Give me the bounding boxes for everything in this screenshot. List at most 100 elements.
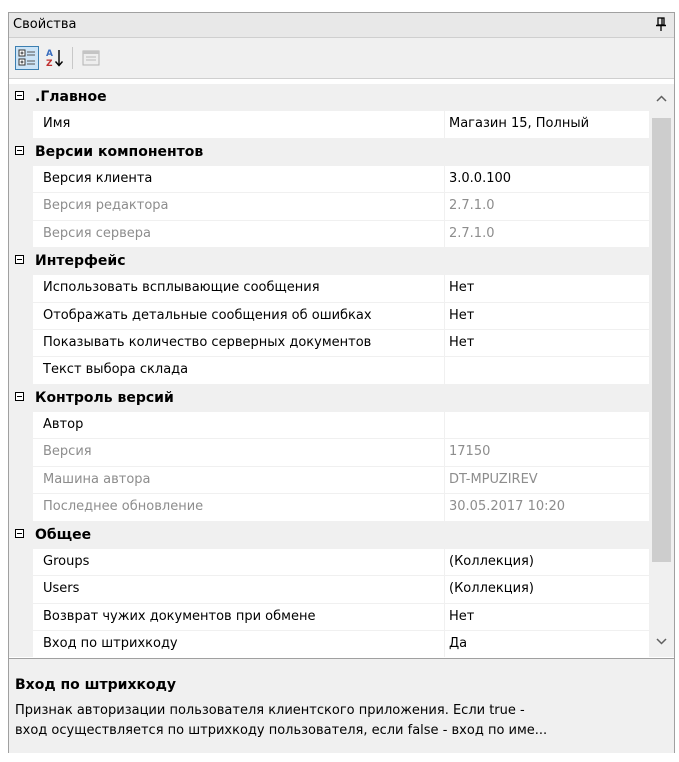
property-value[interactable]: Нет bbox=[445, 303, 649, 331]
property-row[interactable]: Использовать всплывающие сообщения Нет bbox=[9, 275, 649, 303]
property-row[interactable]: Показывать количество серверных документ… bbox=[9, 330, 649, 358]
property-value: 2.7.1.0 bbox=[445, 221, 649, 249]
property-row[interactable]: Версия редактора 2.7.1.0 bbox=[9, 193, 649, 221]
property-name: Использовать всплывающие сообщения bbox=[33, 275, 445, 303]
row-margin bbox=[9, 466, 33, 495]
property-name: Groups bbox=[33, 548, 445, 577]
row-margin bbox=[9, 220, 33, 249]
category-label: Контроль версий bbox=[35, 389, 174, 406]
property-row[interactable]: Отображать детальные сообщения об ошибка… bbox=[9, 302, 649, 331]
row-margin bbox=[9, 412, 33, 440]
property-name: Версия клиента bbox=[33, 166, 445, 194]
alphabetical-sort-button[interactable]: A Z bbox=[43, 46, 67, 70]
property-value[interactable]: Магазин 15, Полный bbox=[445, 111, 649, 139]
description-line: Признак авторизации пользователя клиентс… bbox=[15, 703, 525, 718]
property-grid: .Главное Имя Магазин 15, Полный Версии комп… bbox=[9, 84, 649, 657]
row-margin bbox=[9, 439, 33, 467]
property-value[interactable]: Да bbox=[445, 631, 649, 657]
collapse-toggle-icon[interactable] bbox=[15, 145, 24, 155]
collapse-toggle-icon[interactable] bbox=[15, 391, 24, 401]
description-title: Вход по штрихкоду bbox=[15, 677, 177, 693]
property-name: Последнее обновление bbox=[33, 494, 445, 522]
category-label: Интерфейс bbox=[35, 253, 126, 270]
row-margin bbox=[9, 193, 33, 221]
property-row[interactable]: Версия 17150 bbox=[9, 439, 649, 467]
property-value[interactable] bbox=[445, 412, 649, 440]
property-value[interactable]: (Коллекция) bbox=[445, 549, 649, 577]
collapse-toggle-icon[interactable] bbox=[15, 528, 24, 538]
category-row[interactable]: Интерфейс bbox=[9, 248, 649, 276]
pin-icon[interactable] bbox=[654, 16, 668, 32]
description-pane: Вход по штрихкоду Признак авторизации по… bbox=[9, 658, 674, 753]
property-name: Версия редактора bbox=[33, 193, 445, 221]
sort-az-icon: A Z bbox=[46, 49, 64, 69]
row-margin bbox=[9, 603, 33, 631]
property-row[interactable]: Groups (Коллекция) bbox=[9, 548, 649, 577]
row-margin bbox=[9, 166, 33, 194]
vertical-scrollbar[interactable] bbox=[649, 84, 674, 657]
categorized-view-icon bbox=[18, 49, 35, 66]
property-name: Автор bbox=[33, 412, 445, 440]
property-name: Показывать количество серверных документ… bbox=[33, 330, 445, 358]
property-row[interactable]: Машина автора DT-MPUZIREV bbox=[9, 466, 649, 495]
properties-toolbar: A Z bbox=[9, 38, 674, 79]
category-row[interactable]: Контроль версий bbox=[9, 384, 649, 413]
property-name: Users bbox=[33, 576, 445, 604]
property-row[interactable]: Users (Коллекция) bbox=[9, 576, 649, 604]
property-value[interactable]: (Коллекция) bbox=[445, 576, 649, 604]
description-line: вход осуществляется по штрихкоду пользов… bbox=[15, 723, 548, 738]
property-pages-icon bbox=[82, 50, 100, 66]
row-margin bbox=[9, 302, 33, 331]
property-name: Имя bbox=[33, 111, 445, 139]
property-name: Версия сервера bbox=[33, 220, 445, 249]
row-margin bbox=[9, 275, 33, 303]
panel-title: Свойства bbox=[13, 17, 77, 32]
property-value: DT-MPUZIREV bbox=[445, 467, 649, 495]
category-row[interactable]: Версии компонентов bbox=[9, 138, 649, 167]
chevron-up-icon bbox=[656, 95, 667, 102]
property-value[interactable]: Нет bbox=[445, 330, 649, 358]
categorized-view-button[interactable] bbox=[15, 46, 39, 70]
property-row[interactable]: Версия клиента 3.0.0.100 bbox=[9, 166, 649, 194]
property-row[interactable]: Автор bbox=[9, 412, 649, 440]
scrollbar-thumb[interactable] bbox=[652, 118, 671, 562]
property-row[interactable]: Последнее обновление 30.05.2017 10:20 bbox=[9, 494, 649, 522]
row-margin bbox=[9, 330, 33, 358]
property-name: Версия bbox=[33, 439, 445, 467]
property-value[interactable]: Нет bbox=[445, 604, 649, 631]
property-name: Отображать детальные сообщения об ошибка… bbox=[33, 302, 445, 331]
category-label: Версии компонентов bbox=[35, 143, 204, 160]
category-label: Общее bbox=[35, 526, 92, 543]
panel-titlebar: Свойства bbox=[9, 13, 674, 38]
row-margin bbox=[9, 494, 33, 522]
description-text: Признак авторизации пользователя клиентс… bbox=[15, 701, 665, 741]
category-row[interactable]: .Главное bbox=[9, 84, 649, 112]
property-name: Текст выбора склада bbox=[33, 357, 445, 385]
property-value[interactable]: 3.0.0.100 bbox=[445, 166, 649, 194]
row-margin bbox=[9, 357, 33, 385]
property-row[interactable]: Версия сервера 2.7.1.0 bbox=[9, 220, 649, 249]
svg-text:A: A bbox=[46, 49, 53, 59]
svg-text:Z: Z bbox=[46, 59, 53, 69]
property-value[interactable]: Нет bbox=[445, 275, 649, 303]
chevron-down-icon bbox=[656, 638, 667, 645]
collapse-toggle-icon[interactable] bbox=[15, 91, 24, 100]
scroll-down-button[interactable] bbox=[649, 627, 674, 657]
property-value: 30.05.2017 10:20 bbox=[445, 494, 649, 522]
property-value[interactable] bbox=[445, 357, 649, 385]
property-row[interactable]: Возврат чужих документов при обмене Нет bbox=[9, 603, 649, 631]
properties-panel: Свойства A Z .Главное Имя Магазин 15, По… bbox=[8, 12, 675, 753]
property-pages-button[interactable] bbox=[79, 46, 103, 70]
row-margin bbox=[9, 630, 33, 657]
row-margin bbox=[9, 548, 33, 577]
property-name: Вход по штрихкоду bbox=[33, 630, 445, 657]
category-label: .Главное bbox=[35, 89, 107, 105]
property-row[interactable]: Имя Магазин 15, Полный bbox=[9, 111, 649, 139]
scroll-up-button[interactable] bbox=[649, 84, 674, 118]
property-name: Возврат чужих документов при обмене bbox=[33, 603, 445, 631]
category-row[interactable]: Общее bbox=[9, 521, 649, 549]
collapse-toggle-icon[interactable] bbox=[15, 255, 24, 265]
property-row[interactable]: Текст выбора склада bbox=[9, 357, 649, 385]
row-margin bbox=[9, 576, 33, 604]
property-row[interactable]: Вход по штрихкоду Да bbox=[9, 630, 649, 657]
